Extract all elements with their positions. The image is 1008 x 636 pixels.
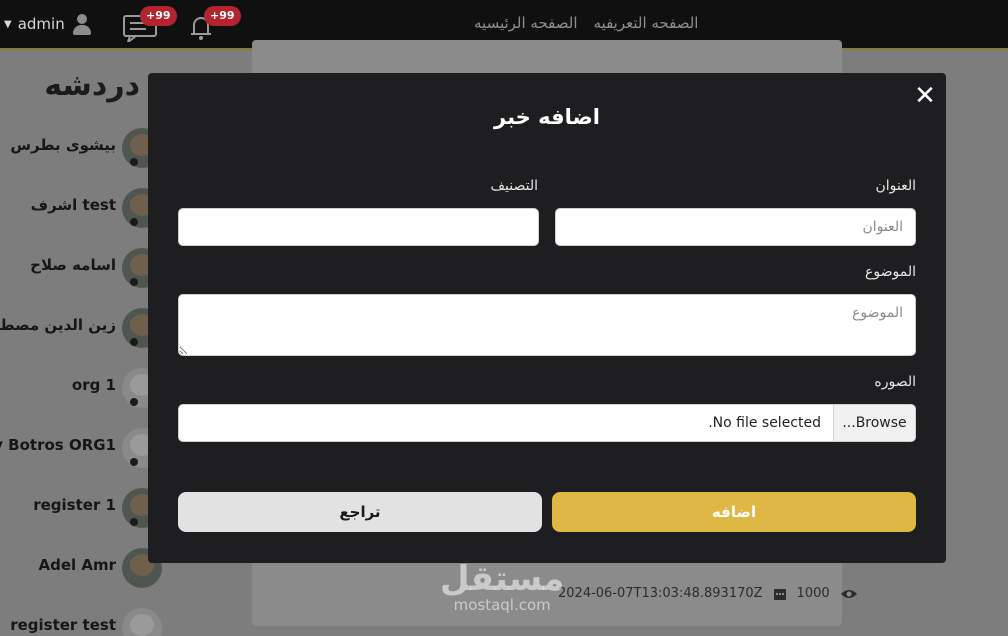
user-icon bbox=[71, 13, 93, 35]
modal-title: اضافه خبر bbox=[494, 105, 600, 129]
chat-name: shoy Botros ORG1 bbox=[0, 436, 116, 454]
chat-item[interactable]: بيشوى بطرس bbox=[0, 126, 170, 170]
category-input[interactable] bbox=[178, 208, 539, 246]
nav-link-home[interactable]: الصفحه الرئيسيه bbox=[474, 14, 578, 32]
post-timestamp: 2024-06-07T13:03:48.893170Z bbox=[558, 586, 763, 601]
status-dot bbox=[130, 518, 138, 526]
subject-label: الموضوع bbox=[865, 264, 916, 280]
notifications-button[interactable]: +99 bbox=[186, 6, 241, 46]
chat-item[interactable]: org 1 bbox=[0, 366, 170, 410]
image-label: الصوره bbox=[874, 374, 916, 390]
eye-icon bbox=[840, 589, 857, 598]
nav-link-about[interactable]: الصفحه التعريفيه bbox=[594, 14, 699, 32]
user-menu[interactable]: ▼ admin bbox=[4, 11, 93, 37]
chat-name: test اشرف bbox=[30, 196, 116, 214]
status-dot bbox=[130, 458, 138, 466]
status-dot bbox=[130, 338, 138, 346]
chat-item[interactable]: register 1 bbox=[0, 486, 170, 530]
chat-name: org 1 bbox=[71, 376, 116, 394]
watermark-text-en: mostaql.com bbox=[453, 596, 551, 614]
title-label: العنوان bbox=[875, 178, 916, 194]
file-status-text: No file selected. bbox=[708, 415, 821, 431]
status-dot bbox=[130, 398, 138, 406]
chat-name: register 1 bbox=[33, 496, 116, 514]
top-links: الصفحه التعريفيه الصفحه الرئيسيه bbox=[474, 14, 698, 32]
messages-badge: +99 bbox=[140, 6, 177, 26]
title-input[interactable] bbox=[555, 208, 916, 246]
watermark-logo: مستقل mostaql.com bbox=[440, 559, 565, 614]
chat-name: اسامه صلاح bbox=[30, 256, 116, 274]
chat-sidebar: دردشه بيشوى بطرس test اشرف اسامه صلاح زي… bbox=[0, 52, 170, 636]
caret-down-icon: ▼ bbox=[4, 18, 12, 30]
status-dot bbox=[130, 278, 138, 286]
chat-item[interactable]: shoy Botros ORG1 bbox=[0, 426, 170, 470]
avatar bbox=[122, 608, 162, 636]
chat-item[interactable]: اسامه صلاح bbox=[0, 246, 170, 290]
user-name: admin bbox=[17, 15, 65, 33]
add-news-modal: ✕ اضافه خبر العنوان التصنيف الموضوع الصو… bbox=[148, 73, 946, 563]
chat-item[interactable]: زين الدين مصطفى bbox=[0, 306, 170, 350]
chat-name: register test bbox=[10, 616, 116, 634]
chat-item[interactable]: Adel Amr bbox=[0, 546, 170, 590]
notifications-badge: +99 bbox=[204, 6, 241, 26]
back-button[interactable]: تراجع bbox=[178, 492, 542, 532]
chat-item[interactable]: test اشرف bbox=[0, 186, 170, 230]
subject-textarea[interactable] bbox=[178, 294, 916, 356]
post-views: 1000 bbox=[796, 586, 830, 601]
chat-item[interactable]: register test bbox=[0, 606, 170, 636]
sidebar-title: دردشه bbox=[44, 68, 140, 103]
status-dot bbox=[130, 218, 138, 226]
browse-button[interactable]: Browse... bbox=[833, 405, 915, 441]
category-label: التصنيف bbox=[490, 178, 538, 194]
calendar-icon bbox=[773, 588, 786, 600]
messages-button[interactable]: +99 bbox=[122, 6, 177, 46]
status-dot bbox=[130, 158, 138, 166]
chat-name: Adel Amr bbox=[38, 556, 116, 574]
post-meta: 2024-06-07T13:03:48.893170Z 1000 bbox=[558, 586, 858, 601]
chat-name: زين الدين مصطفى bbox=[0, 316, 116, 334]
chat-name: بيشوى بطرس bbox=[10, 136, 116, 154]
add-button[interactable]: اضافه bbox=[552, 492, 916, 532]
image-file-input[interactable]: Browse... No file selected. bbox=[178, 404, 916, 442]
watermark-text-ar: مستقل bbox=[440, 559, 565, 599]
